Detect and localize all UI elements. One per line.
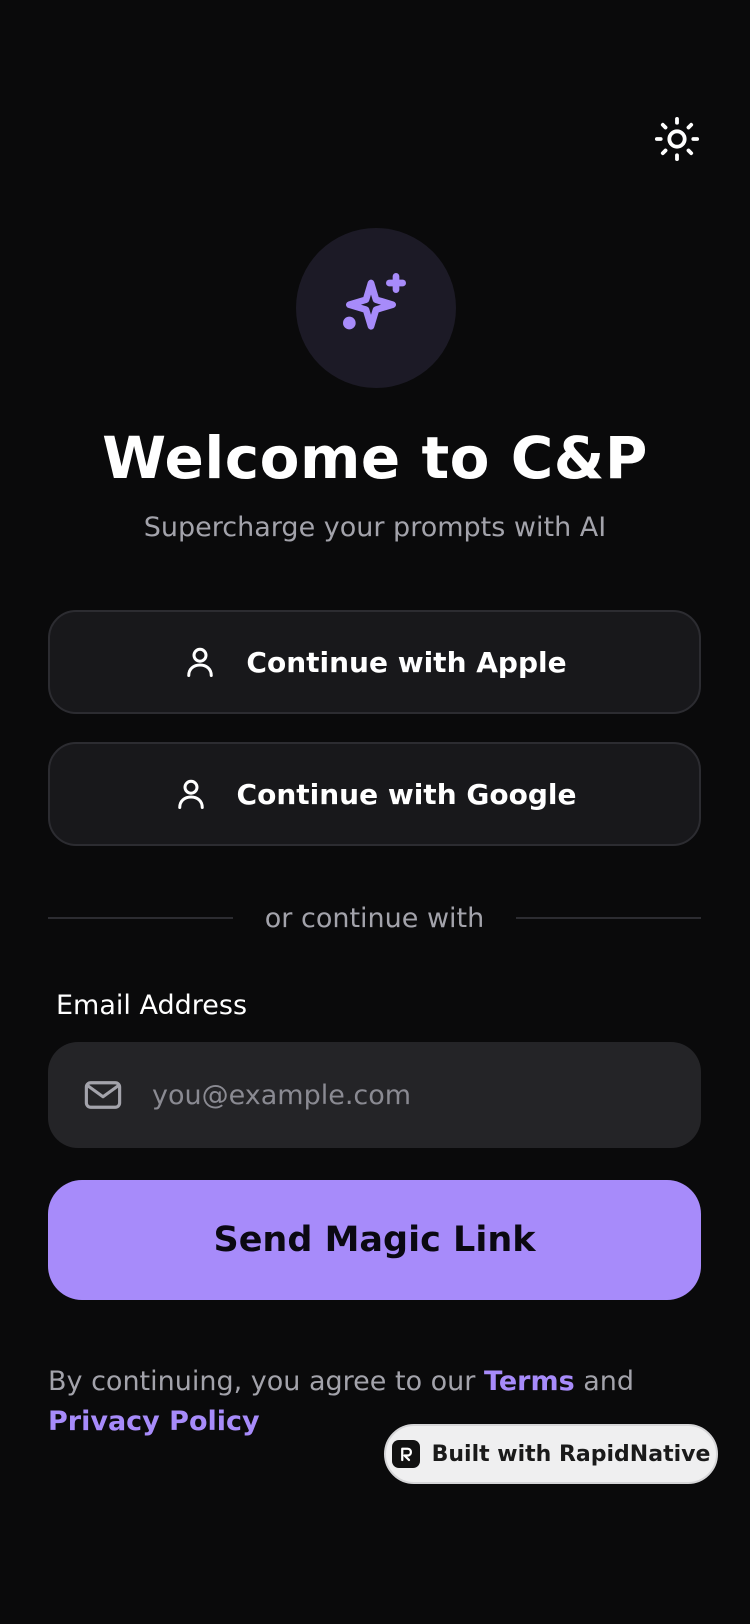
legal-prefix: By continuing, you agree to our <box>48 1366 484 1397</box>
continue-with-google-button[interactable]: Continue with Google <box>48 742 701 846</box>
page-subtitle: Supercharge your prompts with AI <box>143 512 607 543</box>
badge-label: Built with RapidNative <box>431 1441 711 1467</box>
sun-icon <box>654 116 700 162</box>
google-button-label: Continue with Google <box>236 777 577 811</box>
user-icon <box>187 647 214 677</box>
user-icon <box>177 779 204 809</box>
legal-middle: and <box>574 1366 635 1397</box>
theme-toggle-button[interactable] <box>652 114 702 164</box>
divider-line-left <box>48 917 233 919</box>
rapidnative-logo-icon <box>391 1440 420 1468</box>
sparkles-icon <box>342 273 406 330</box>
apple-button-label: Continue with Apple <box>246 645 567 679</box>
privacy-policy-link[interactable]: Privacy Policy <box>48 1406 260 1437</box>
page-title: Welcome to C&P <box>102 424 648 492</box>
continue-with-apple-button[interactable]: Continue with Apple <box>48 610 701 714</box>
divider-text: or continue with <box>264 902 485 934</box>
or-divider: or continue with <box>48 896 701 940</box>
email-label: Email Address <box>56 990 248 1021</box>
email-field[interactable] <box>48 1042 701 1148</box>
email-input[interactable] <box>150 1064 701 1126</box>
mail-icon <box>84 1081 122 1109</box>
terms-link[interactable]: Terms <box>484 1366 575 1397</box>
built-with-rapidnative-badge[interactable]: Built with RapidNative <box>384 1424 718 1484</box>
divider-line-right <box>516 917 701 919</box>
app-logo <box>296 228 456 388</box>
send-magic-link-button[interactable]: Send Magic Link <box>48 1180 701 1300</box>
